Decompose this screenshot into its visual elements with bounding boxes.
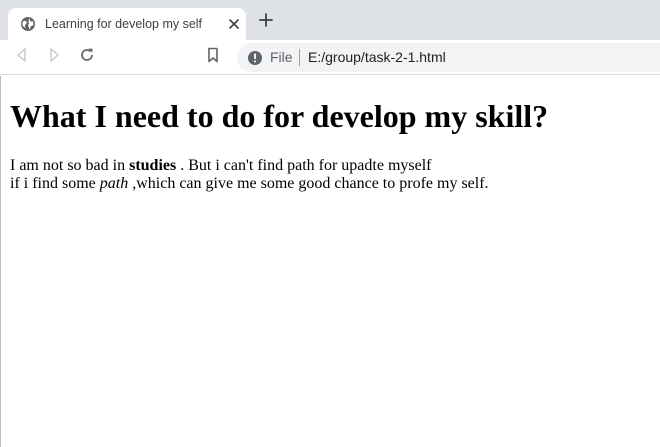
new-tab-button[interactable]	[256, 12, 276, 32]
forward-button[interactable]	[44, 47, 64, 67]
paragraph-text: if i find some	[10, 175, 100, 192]
back-button[interactable]	[12, 47, 32, 67]
page-heading: What I need to do for develop my skill?	[10, 98, 549, 134]
tab-title: Learning for develop my self	[45, 17, 203, 31]
browser-toolbar: File E:/group/task-2-1.html	[0, 40, 660, 75]
reload-icon	[79, 47, 95, 68]
forward-arrow-icon	[46, 47, 62, 68]
browser-tab[interactable]: Learning for develop my self	[8, 8, 246, 40]
page-paragraph: I am not so bad in studies . But i can't…	[10, 157, 489, 193]
bold-text: studies	[129, 157, 177, 174]
site-security-label[interactable]: File	[270, 49, 293, 66]
paragraph-text: ,which can give me some good chance to p…	[128, 175, 489, 192]
paragraph-text: I am not so bad in	[10, 157, 130, 174]
plus-icon	[259, 12, 273, 32]
paragraph-text: . But i can't find path for upadte mysel…	[176, 157, 432, 174]
url-text[interactable]: E:/group/task-2-1.html	[308, 49, 446, 66]
globe-icon	[20, 16, 36, 32]
address-bar[interactable]: File E:/group/task-2-1.html	[237, 43, 660, 72]
tab-strip: Learning for develop my self	[0, 0, 660, 40]
italic-text: path	[99, 175, 129, 192]
back-arrow-icon	[14, 47, 30, 68]
bookmark-icon	[205, 47, 221, 68]
close-icon[interactable]	[226, 16, 242, 32]
page-content: What I need to do for develop my skill? …	[0, 76, 660, 447]
info-icon[interactable]	[247, 50, 263, 66]
reload-button[interactable]	[77, 47, 97, 67]
bookmark-button[interactable]	[203, 47, 223, 67]
address-divider	[299, 49, 300, 66]
